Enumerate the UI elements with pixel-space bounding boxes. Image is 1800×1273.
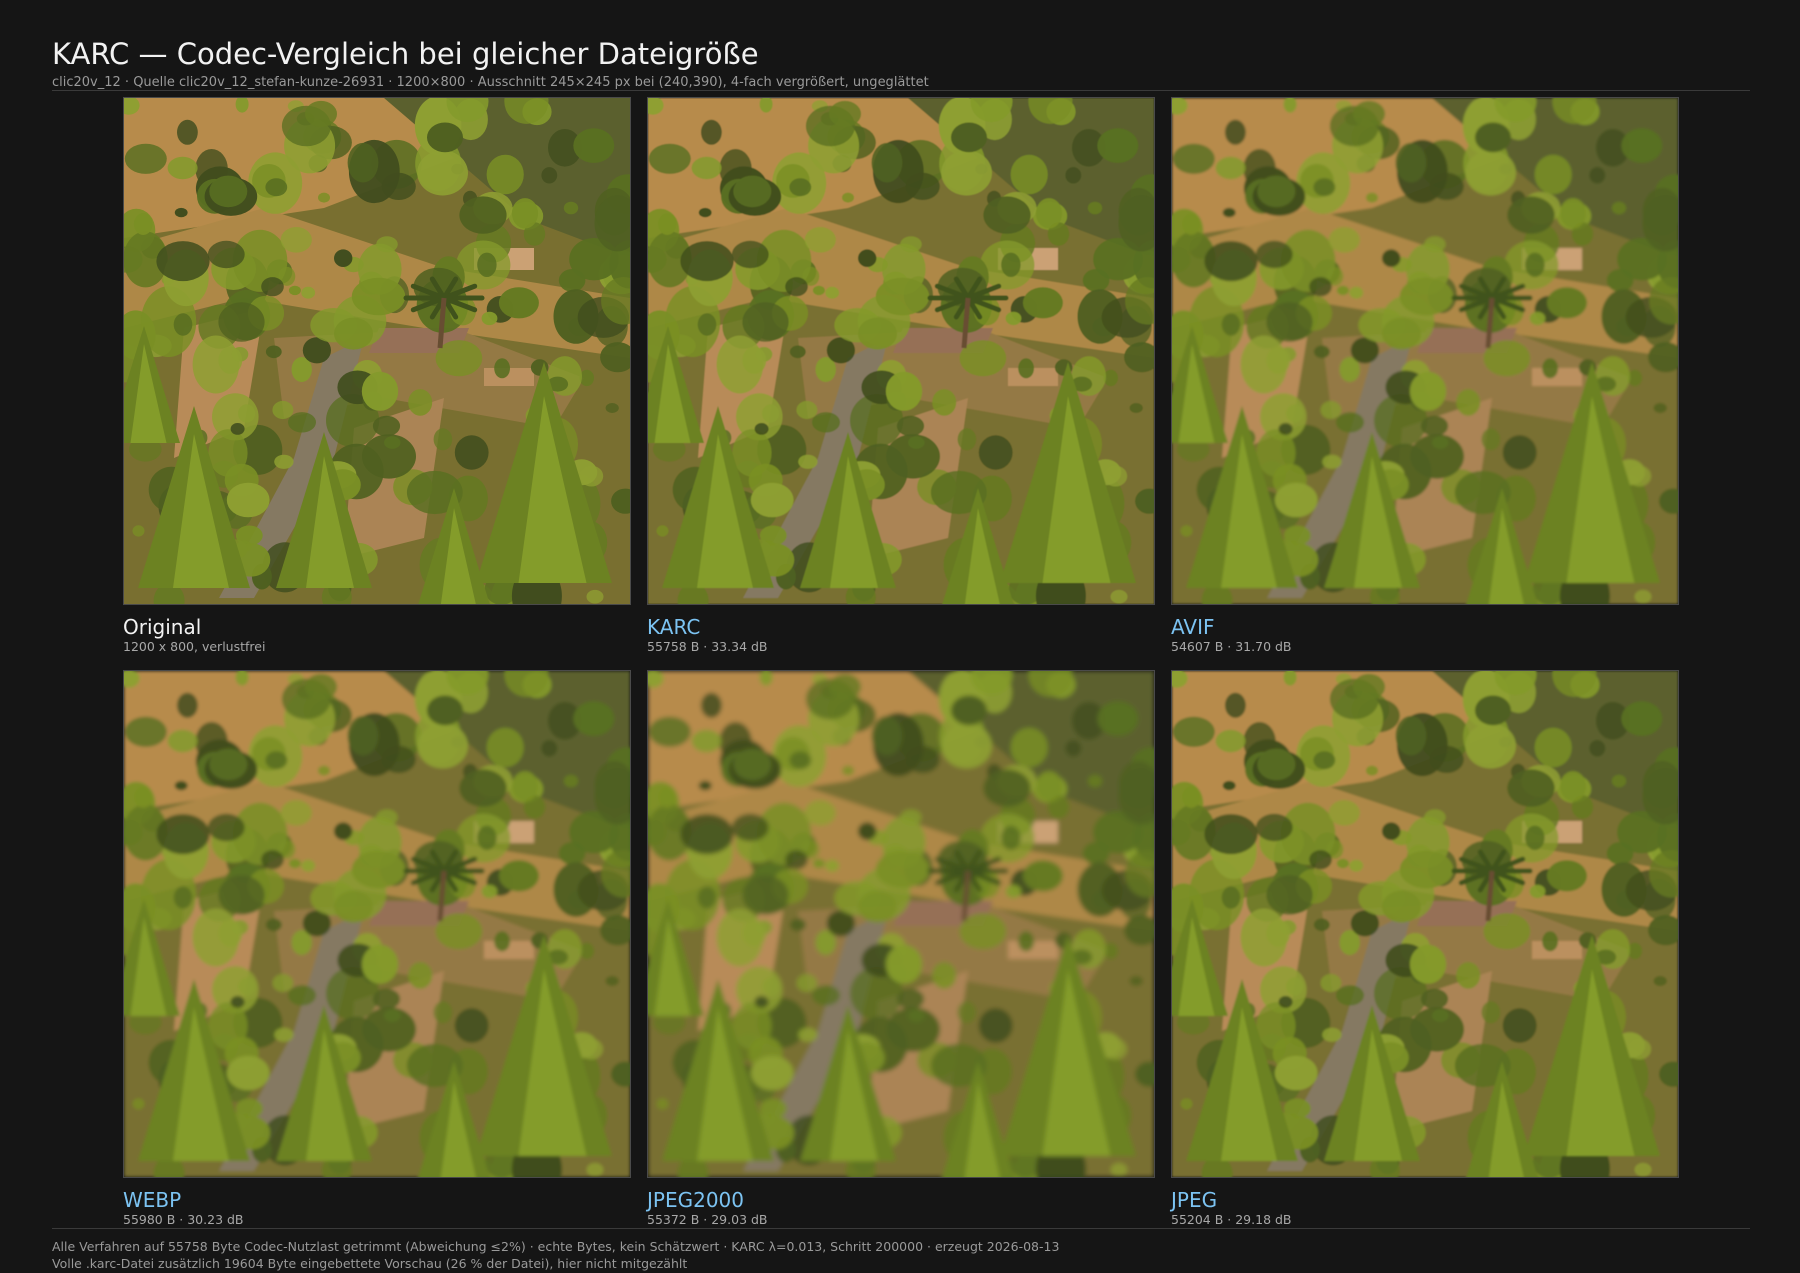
panel-jpeg: JPEG 55204 B · 29.18 dB <box>1171 670 1679 1227</box>
header: KARC — Codec-Vergleich bei gleicher Date… <box>52 34 1750 91</box>
panel-label: AVIF <box>1171 615 1215 639</box>
footer-divider <box>52 1228 1750 1229</box>
page-title: KARC — Codec-Vergleich bei gleicher Date… <box>52 37 759 71</box>
panel-meta: 55758 B · 33.34 dB <box>647 639 768 654</box>
panel-webp: WEBP 55980 B · 30.23 dB <box>123 670 631 1227</box>
landscape-image <box>648 671 1154 1177</box>
panel-jpeg2000: JPEG2000 55372 B · 29.03 dB <box>647 670 1155 1227</box>
panel-meta: 55204 B · 29.18 dB <box>1171 1212 1292 1227</box>
landscape-image <box>124 98 630 604</box>
landscape-image <box>1172 671 1678 1177</box>
image-crop-webp[interactable] <box>123 670 631 1178</box>
panel-original: Original 1200 x 800, verlustfrei <box>123 97 631 654</box>
image-crop-jpeg[interactable] <box>1171 670 1679 1178</box>
footer: Alle Verfahren auf 55758 Byte Codec-Nutz… <box>52 1238 1750 1272</box>
panel-meta: 54607 B · 31.70 dB <box>1171 639 1292 654</box>
panel-meta: 55372 B · 29.03 dB <box>647 1212 768 1227</box>
image-crop-jpeg2000[interactable] <box>647 670 1155 1178</box>
panel-label: WEBP <box>123 1188 182 1212</box>
panel-label: Original <box>123 615 202 639</box>
image-crop-avif[interactable] <box>1171 97 1679 605</box>
panel-label: KARC <box>647 615 701 639</box>
landscape-image <box>648 98 1154 604</box>
image-crop-original[interactable] <box>123 97 631 605</box>
panel-label: JPEG2000 <box>647 1188 744 1212</box>
footer-line-1: Alle Verfahren auf 55758 Byte Codec-Nutz… <box>52 1239 1060 1254</box>
panel-karc: KARC 55758 B · 33.34 dB <box>647 97 1155 654</box>
image-crop-karc[interactable] <box>647 97 1155 605</box>
panel-meta: 1200 x 800, verlustfrei <box>123 639 266 654</box>
landscape-image <box>1172 98 1678 604</box>
footer-line-2: Volle .karc-Datei zusätzlich 19604 Byte … <box>52 1256 688 1271</box>
header-divider <box>52 90 1750 91</box>
landscape-image <box>124 671 630 1177</box>
page-subtitle: clic20v_12 · Quelle clic20v_12_stefan-ku… <box>52 75 929 90</box>
panel-label: JPEG <box>1171 1188 1218 1212</box>
panel-avif: AVIF 54607 B · 31.70 dB <box>1171 97 1679 654</box>
panel-meta: 55980 B · 30.23 dB <box>123 1212 244 1227</box>
